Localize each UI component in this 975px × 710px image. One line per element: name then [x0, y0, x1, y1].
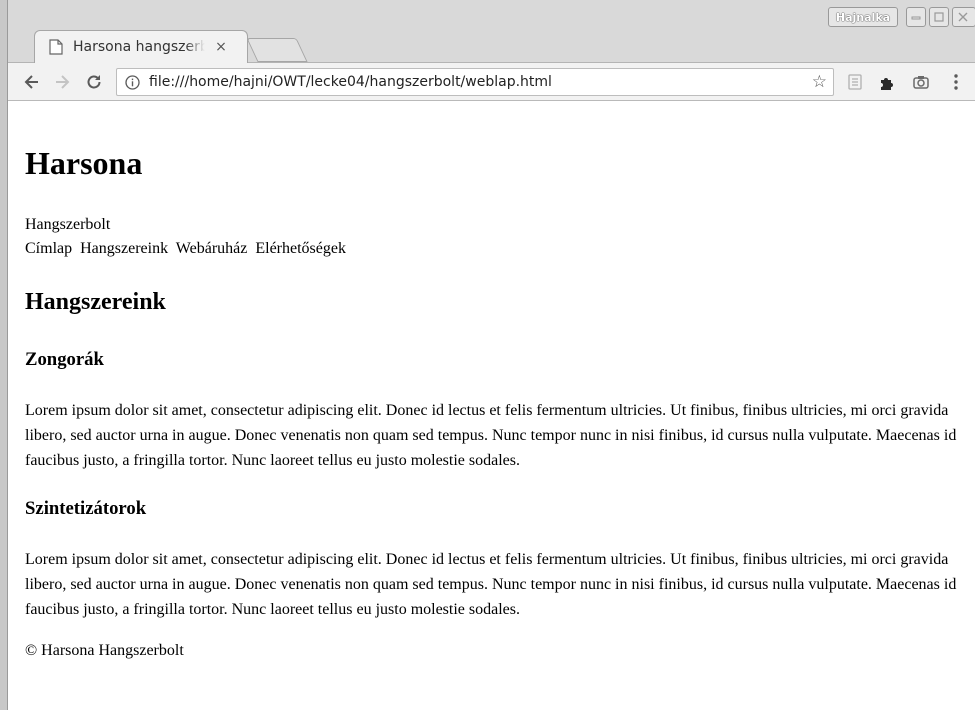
tab-title: Harsona hangszerbolt	[73, 39, 205, 55]
new-tab-button[interactable]	[246, 38, 308, 62]
reader-mode-icon[interactable]	[846, 73, 864, 91]
page-footer: © Harsona Hangszerbolt	[25, 642, 184, 659]
nav-item-hangszereink[interactable]: Hangszereink	[80, 240, 168, 257]
profile-button[interactable]: Hajnalka	[828, 7, 898, 27]
window-frame-left	[0, 0, 8, 710]
section-heading-szintetizatorok: Szintetizátorok	[25, 498, 147, 519]
browser-chrome: Harsona hangszerbolt × Hajnalka fil	[8, 0, 975, 101]
site-title: Harsona	[25, 145, 143, 181]
info-icon[interactable]	[125, 75, 140, 90]
main-nav: Címlap Hangszereink Webáruház Elérhetősé…	[25, 240, 350, 258]
arrow-right-icon[interactable]	[52, 72, 72, 92]
section-text-zongorak: Lorem ipsum dolor sit amet, consectetur …	[25, 402, 957, 469]
tab-close-icon[interactable]: ×	[213, 39, 229, 55]
puzzle-piece-icon[interactable]	[878, 73, 896, 91]
kebab-menu-icon[interactable]	[951, 73, 969, 91]
minimize-button[interactable]	[906, 7, 926, 27]
address-bar[interactable]: file:///home/hajni/OWT/lecke04/hangszerb…	[116, 68, 834, 96]
site-subtitle: Hangszerbolt	[25, 216, 111, 233]
window-close-button[interactable]	[952, 7, 975, 27]
arrow-left-icon[interactable]	[22, 72, 42, 92]
page-icon	[49, 39, 63, 55]
tab-strip: Harsona hangszerbolt × Hajnalka	[8, 0, 975, 63]
nav-item-webaruhaz[interactable]: Webáruház	[176, 240, 248, 257]
nav-item-cimlap[interactable]: Címlap	[25, 240, 72, 257]
camera-icon[interactable]	[912, 73, 930, 91]
tab-harsona[interactable]: Harsona hangszerbolt ×	[34, 30, 248, 63]
nav-item-elerhetosegek[interactable]: Elérhetőségek	[255, 240, 346, 257]
star-icon[interactable]: ☆	[812, 72, 827, 92]
maximize-button[interactable]	[929, 7, 949, 27]
browser-toolbar: file:///home/hajni/OWT/lecke04/hangszerb…	[8, 63, 975, 101]
section-title: Hangszereink	[25, 289, 166, 315]
section-heading-zongorak: Zongorák	[25, 349, 104, 370]
url-text: file:///home/hajni/OWT/lecke04/hangszerb…	[149, 74, 552, 90]
reload-icon[interactable]	[84, 72, 104, 92]
section-text-szintetizatorok: Lorem ipsum dolor sit amet, consectetur …	[25, 551, 957, 618]
